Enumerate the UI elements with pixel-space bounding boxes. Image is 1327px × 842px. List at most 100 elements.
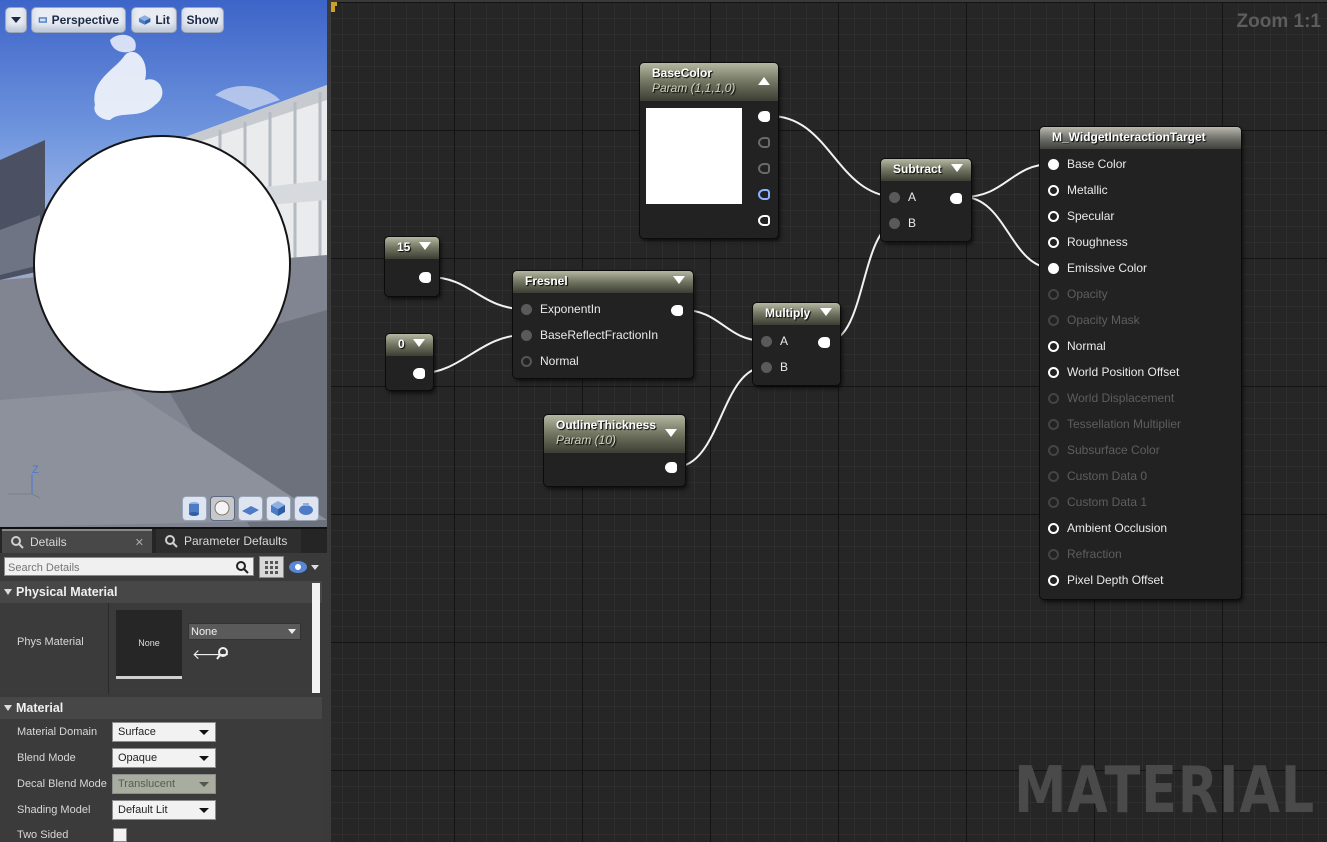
show-button[interactable]: Show [181,7,224,33]
visibility-options-button[interactable] [288,558,322,576]
pin-connector[interactable] [1048,236,1059,248]
tab-details[interactable]: Details ✕ [2,529,152,553]
use-selected-arrow-icon[interactable]: 🡐 [192,646,230,662]
physical-material-title: Physical Material [16,585,118,599]
two-sided-checkbox[interactable] [113,828,127,842]
node-constant-15-header: 15 [385,237,439,259]
pin-connector[interactable] [1048,184,1059,196]
pin-connector[interactable] [1048,158,1059,170]
viewport-options-button[interactable] [5,7,27,33]
pin-connector[interactable] [761,361,772,373]
input-pin-specular[interactable]: Specular [1040,206,1114,226]
preview-viewport[interactable]: Perspective Lit Show Z [0,0,327,527]
output-pin-a[interactable] [758,215,770,226]
collapse-icon[interactable] [673,276,685,284]
input-pin-b[interactable]: B [881,213,916,233]
view-options-button[interactable] [259,556,284,578]
collapse-icon[interactable] [951,164,963,172]
input-pin-emissive-color[interactable]: Emissive Color [1040,258,1147,278]
pin-connector[interactable] [521,329,532,341]
material-domain-combo[interactable]: Surface [112,722,216,742]
pin-label: Custom Data 1 [1067,495,1148,509]
input-pin-pixel-depth-offset[interactable]: Pixel Depth Offset [1040,570,1164,590]
collapse-icon[interactable] [665,429,677,437]
output-pin[interactable] [818,337,830,348]
blend-mode-combo[interactable]: Opaque [112,748,216,768]
phys-material-thumbnail[interactable]: None [116,610,182,679]
lit-button[interactable]: Lit [131,7,177,33]
custom-mesh-preview-button[interactable] [294,496,319,521]
scrollbar[interactable] [312,583,320,693]
node-outlinethickness[interactable]: OutlineThickness Param (10) [544,415,685,486]
pin-connector[interactable] [1048,366,1059,378]
collapse-icon[interactable] [820,308,832,316]
node-constant-0[interactable]: 0 [386,334,433,390]
tab-parameter-defaults[interactable]: Parameter Defaults [156,529,301,553]
collapse-icon[interactable] [419,242,431,250]
shading-model-combo[interactable]: Default Lit [112,800,216,820]
pin-connector[interactable] [1048,574,1059,586]
pin-connector[interactable] [889,217,900,229]
search-input[interactable] [5,559,228,577]
input-pin-base-color[interactable]: Base Color [1040,154,1126,174]
material-graph-canvas[interactable]: Zoom 1:1 MATERIAL BaseColor Param (1,1,1… [331,2,1327,842]
node-constant-0-header: 0 [386,334,433,356]
node-constant-15[interactable]: 15 [385,237,439,296]
perspective-label: Perspective [51,13,119,27]
output-pin-b[interactable] [758,189,770,200]
material-section-header[interactable]: Material [0,697,322,719]
pin-label: Metallic [1067,183,1108,197]
input-pin-normal[interactable]: Normal [1040,336,1106,356]
pin-connector[interactable] [1048,522,1059,534]
input-pin-normal[interactable]: Normal [513,351,579,371]
browse-magnifier-icon[interactable] [216,646,232,662]
collapse-icon[interactable] [413,339,425,347]
input-pin-b[interactable]: B [753,357,788,377]
physical-material-section-header[interactable]: Physical Material [0,581,322,603]
output-pin[interactable] [950,193,962,204]
input-pin-a[interactable]: A [881,187,916,207]
wire-const15-fresnel-exponent [428,276,525,310]
wire-subtract-emissive [962,196,1053,269]
input-pin-basereflectfractionin[interactable]: BaseReflectFractionIn [513,325,658,345]
input-pin-ambient-occlusion[interactable]: Ambient Occlusion [1040,518,1167,538]
pin-connector[interactable] [761,335,772,347]
output-pin[interactable] [665,462,677,473]
cylinder-preview-button[interactable] [182,496,207,521]
node-subtract[interactable]: Subtract A B [881,159,971,241]
pin-connector[interactable] [521,303,532,315]
cube-preview-button[interactable] [266,496,291,521]
perspective-button[interactable]: Perspective [31,7,126,33]
sphere-preview-button[interactable] [210,496,235,521]
pin-connector[interactable] [521,355,532,367]
input-pin-metallic[interactable]: Metallic [1040,180,1108,200]
output-pin[interactable] [413,368,425,379]
phys-material-combo[interactable]: None [188,623,301,640]
search-box[interactable] [4,557,254,577]
input-pin-world-position-offset[interactable]: World Position Offset [1040,362,1179,382]
output-pin-rgb[interactable] [758,111,770,122]
collapse-icon[interactable] [758,77,770,85]
cube-icon [271,501,285,516]
node-subtract-title: Subtract [893,162,942,176]
node-multiply[interactable]: Multiply A B [753,303,840,385]
input-pin-exponentin[interactable]: ExponentIn [513,299,601,319]
input-pin-a[interactable]: A [753,331,788,351]
pin-connector[interactable] [1048,210,1059,222]
output-pin[interactable] [671,305,683,316]
pin-label: Tessellation Multiplier [1067,417,1182,431]
node-fresnel-header: Fresnel [513,271,693,293]
output-pin[interactable] [419,272,431,283]
pin-connector[interactable] [1048,340,1059,352]
teapot-icon [299,503,313,515]
node-fresnel[interactable]: Fresnel ExponentIn BaseReflectFractionIn… [513,271,693,378]
node-basecolor[interactable]: BaseColor Param (1,1,1,0) [640,63,778,238]
pin-connector[interactable] [1048,262,1059,274]
close-tab-icon[interactable]: ✕ [135,536,144,549]
input-pin-roughness[interactable]: Roughness [1040,232,1128,252]
output-pin-g[interactable] [758,163,770,174]
output-pin-r[interactable] [758,137,770,148]
pin-connector[interactable] [889,191,900,203]
node-material-result[interactable]: M_WidgetInteractionTarget Base Color Met… [1040,127,1241,599]
plane-preview-button[interactable] [238,496,263,521]
